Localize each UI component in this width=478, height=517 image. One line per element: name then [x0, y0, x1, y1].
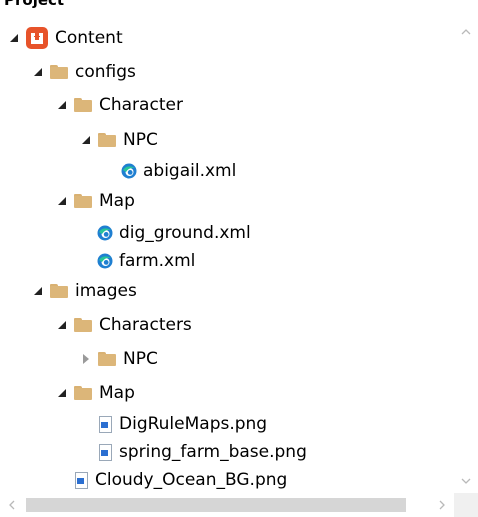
tree-item-map-images[interactable]: Map [56, 379, 135, 407]
expand-open-icon[interactable] [56, 99, 68, 111]
vertical-scrollbar[interactable] [454, 20, 478, 493]
scroll-left-icon[interactable] [0, 493, 24, 517]
scrollbar-corner [454, 493, 478, 517]
tree-item-configs[interactable]: configs [32, 58, 136, 86]
folder-icon [98, 352, 116, 366]
folder-icon [50, 65, 68, 79]
tree-item-characters[interactable]: Characters [56, 311, 192, 339]
folder-icon [74, 98, 92, 112]
tree-item-label: Content [55, 28, 123, 48]
xml-file-icon [120, 162, 138, 180]
tree-item-spring-farm-base-png[interactable]: spring_farm_base.png [98, 438, 307, 466]
tree-item-map[interactable]: Map [56, 187, 135, 215]
project-tree[interactable]: Content configs Character NPC abigail.xm… [0, 20, 454, 517]
png-file-icon [98, 443, 112, 461]
tree-item-label: configs [75, 62, 136, 82]
monogame-icon [26, 27, 48, 49]
folder-icon [74, 318, 92, 332]
expand-open-icon[interactable] [32, 285, 44, 297]
tree-item-label: Map [99, 191, 135, 211]
tree-item-dig-ground-xml[interactable]: dig_ground.xml [96, 219, 251, 247]
tree-item-label: Map [99, 383, 135, 403]
expand-open-icon[interactable] [80, 134, 92, 146]
tree-item-content[interactable]: Content [8, 24, 123, 52]
horizontal-scroll-thumb[interactable] [26, 498, 406, 512]
expand-open-icon[interactable] [32, 66, 44, 78]
tree-item-digrulemaps-png[interactable]: DigRuleMaps.png [98, 410, 267, 438]
tree-item-farm-xml[interactable]: farm.xml [96, 247, 195, 275]
tree-item-label: spring_farm_base.png [119, 442, 307, 462]
folder-icon [98, 133, 116, 147]
tree-item-label: farm.xml [119, 251, 196, 271]
folder-icon [50, 284, 68, 298]
png-file-icon [98, 415, 112, 433]
tree-item-label: Characters [99, 315, 192, 335]
tree-item-label: Cloudy_Ocean_BG.png [95, 470, 288, 490]
expand-open-icon[interactable] [56, 387, 68, 399]
tree-item-abigail-xml[interactable]: abigail.xml [120, 157, 236, 185]
tree-item-label: Character [99, 95, 183, 115]
panel-title: Project [4, 0, 65, 9]
folder-icon [74, 386, 92, 400]
scroll-right-icon[interactable] [430, 493, 454, 517]
scroll-down-icon[interactable] [454, 469, 478, 493]
xml-file-icon [96, 224, 114, 242]
tree-item-character[interactable]: Character [56, 91, 183, 119]
horizontal-scrollbar[interactable] [0, 493, 478, 517]
tree-item-label: abigail.xml [143, 161, 237, 181]
tree-item-images[interactable]: images [32, 277, 137, 305]
tree-item-label: dig_ground.xml [119, 223, 251, 243]
tree-item-npc[interactable]: NPC [80, 126, 158, 154]
tree-item-label: DigRuleMaps.png [119, 414, 268, 434]
folder-icon [74, 194, 92, 208]
expand-open-icon[interactable] [8, 32, 20, 44]
expand-open-icon[interactable] [56, 319, 68, 331]
tree-item-label: images [75, 281, 137, 301]
tree-item-npc-collapsed[interactable]: NPC [80, 345, 158, 373]
scroll-up-icon[interactable] [454, 20, 478, 44]
expand-open-icon[interactable] [56, 195, 68, 207]
tree-item-cloudy-ocean-bg-png[interactable]: Cloudy_Ocean_BG.png [74, 466, 287, 494]
expand-closed-icon[interactable] [80, 353, 92, 365]
xml-file-icon [96, 252, 114, 270]
tree-item-label: NPC [123, 349, 158, 369]
tree-item-label: NPC [123, 130, 158, 150]
png-file-icon [74, 471, 88, 489]
